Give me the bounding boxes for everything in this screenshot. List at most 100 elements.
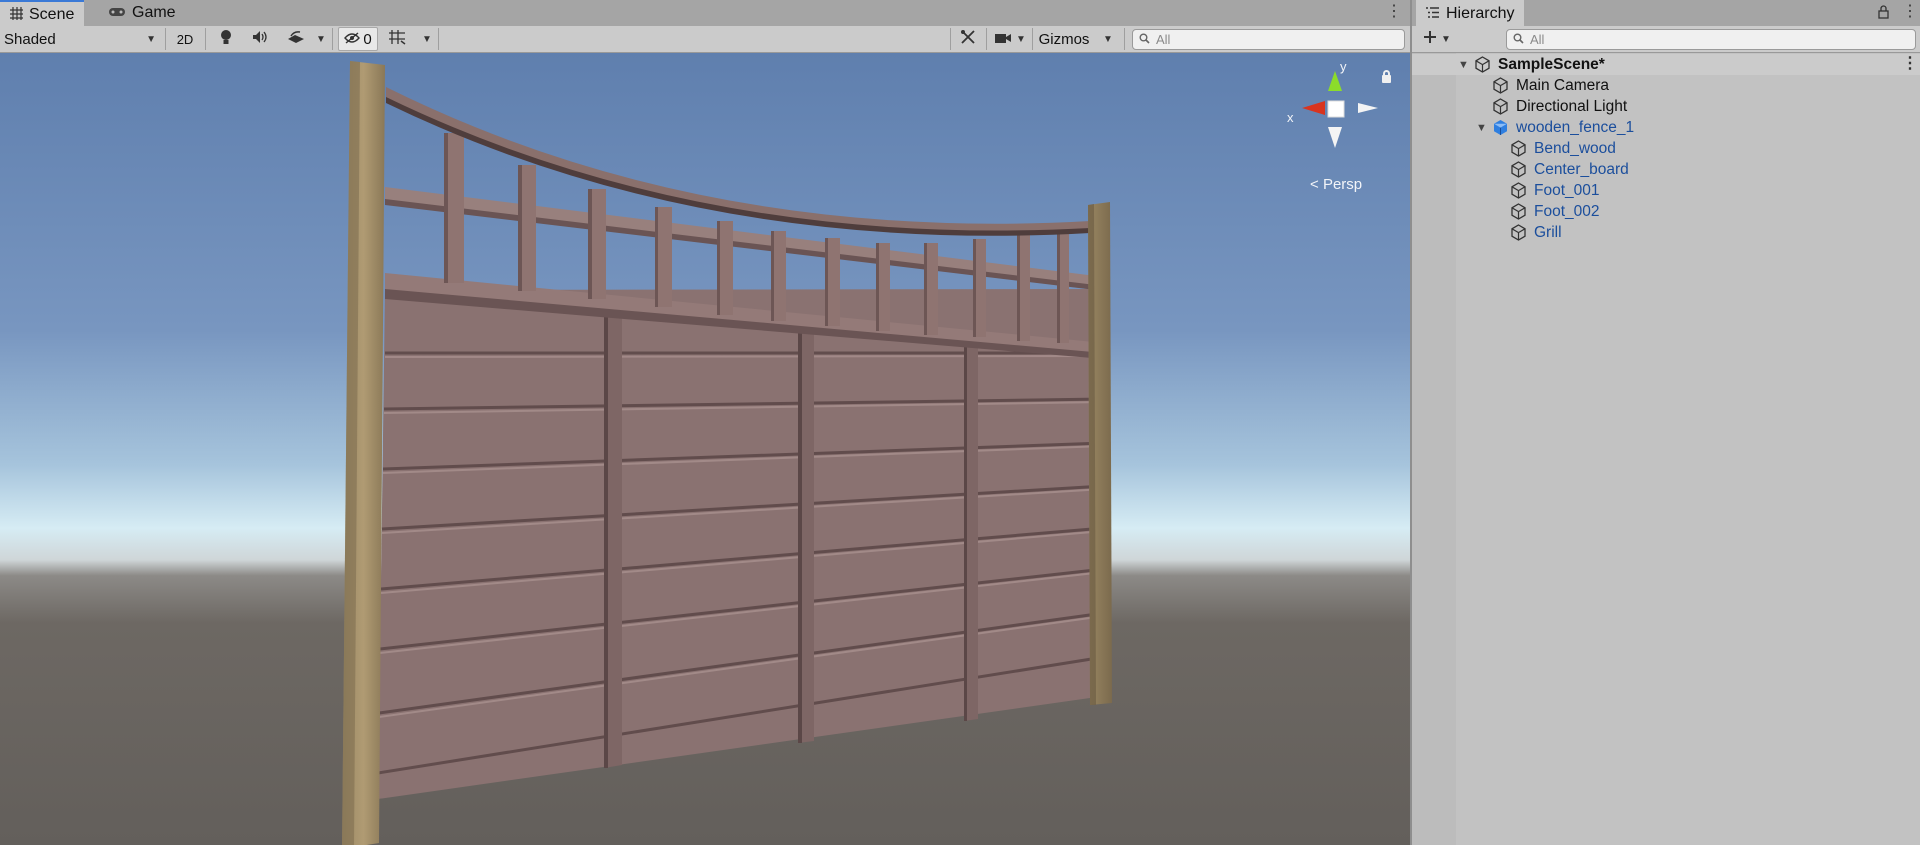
- gameobject-icon: [1510, 140, 1527, 157]
- unity-scene-icon: [1474, 56, 1491, 73]
- hierarchy-toolbar: ▼ All: [1412, 26, 1920, 53]
- hidden-eye-icon: [344, 31, 361, 48]
- list-item[interactable]: Grill: [1412, 222, 1920, 243]
- list-item[interactable]: ▼ wooden_fence_1: [1412, 117, 1920, 138]
- scene-search-placeholder: All: [1156, 32, 1171, 47]
- prefab-icon: [1492, 119, 1509, 136]
- effects-toggle[interactable]: [282, 27, 310, 51]
- separator: [165, 28, 166, 50]
- gameobject-icon: [1492, 77, 1509, 94]
- audio-toggle[interactable]: [246, 27, 274, 51]
- list-item-label: Main Camera: [1516, 76, 1610, 94]
- hidden-count: 0: [363, 30, 372, 48]
- grid-dropdown[interactable]: ▼: [420, 27, 434, 51]
- chevron-down-icon: ▼: [422, 33, 432, 45]
- scene-search-input[interactable]: All: [1132, 29, 1405, 50]
- scene-toolbar: Shaded ▼ 2D ▼ 0 ▼ ▼ Gizmos ▼ All: [0, 26, 1410, 53]
- chevron-down-icon: ▼: [316, 33, 326, 45]
- separator: [332, 28, 333, 50]
- scene-viewport[interactable]: y x < Persp: [0, 53, 1410, 845]
- gameobject-icon: [1510, 182, 1527, 199]
- tab-scene[interactable]: Scene: [0, 0, 85, 27]
- speaker-icon: [252, 30, 268, 48]
- list-item-label: SampleScene*: [1498, 55, 1605, 73]
- gameobject-icon: [1492, 98, 1509, 115]
- chevron-down-icon: ▼: [1441, 33, 1451, 45]
- toggle-2d-label: 2D: [176, 31, 194, 47]
- gizmos-label: Gizmos: [1038, 30, 1090, 48]
- list-item-label: Center_board: [1534, 160, 1629, 178]
- scene-menu-icon[interactable]: ⋮: [1386, 3, 1402, 21]
- grid-snap-icon: [388, 29, 406, 49]
- shading-mode-dropdown[interactable]: Shaded ▼: [4, 27, 160, 51]
- plus-icon: [1423, 30, 1437, 48]
- lightbulb-icon: [220, 29, 232, 49]
- grid-snap-toggle[interactable]: [384, 27, 410, 51]
- list-item-label: Foot_002: [1534, 202, 1600, 220]
- list-item-label: Directional Light: [1516, 97, 1628, 115]
- hierarchy-search-input[interactable]: All: [1506, 29, 1916, 50]
- gizmo-x-label: x: [1287, 110, 1294, 125]
- lock-icon[interactable]: [1382, 70, 1391, 83]
- scene-visibility-toggle[interactable]: 0: [338, 27, 378, 51]
- hierarchy-tabbar: Hierarchy ⋮: [1412, 0, 1920, 27]
- projection-toggle[interactable]: < Persp: [1310, 176, 1362, 193]
- list-item[interactable]: Foot_001: [1412, 180, 1920, 201]
- projection-label: Persp: [1322, 176, 1363, 193]
- hierarchy-menu-icon[interactable]: ⋮: [1902, 3, 1918, 21]
- wooden-fence-render: [342, 61, 1112, 845]
- separator: [950, 28, 951, 50]
- lock-icon[interactable]: [1878, 5, 1889, 23]
- gizmos-button[interactable]: Gizmos: [1036, 27, 1092, 51]
- unity-editor: Scene Game ⋮ Shaded ▼ 2D ▼ 0 ▼ ▼ Gizmos …: [0, 0, 1920, 845]
- create-button[interactable]: ▼: [1420, 27, 1454, 51]
- list-item-label: Bend_wood: [1534, 139, 1616, 157]
- gameobject-icon: [1510, 224, 1527, 241]
- gizmos-dropdown[interactable]: ▼: [1094, 27, 1122, 51]
- separator: [1032, 28, 1033, 50]
- orientation-gizmo[interactable]: [1290, 63, 1380, 153]
- grid-icon: [10, 6, 23, 23]
- projection-chevron-icon: <: [1310, 176, 1319, 193]
- effects-dropdown[interactable]: ▼: [314, 27, 328, 51]
- hierarchy-window: Hierarchy ⋮ ▼ All ▼ SampleScene* ⋮ Main …: [1410, 0, 1920, 845]
- separator: [986, 28, 987, 50]
- list-item-label: Grill: [1534, 223, 1562, 241]
- list-item[interactable]: Directional Light: [1412, 96, 1920, 117]
- toggle-2d-button[interactable]: 2D: [170, 27, 200, 51]
- tools-icon: [960, 29, 976, 49]
- expand-arrow-icon[interactable]: ▼: [1458, 59, 1469, 71]
- search-icon: [1513, 33, 1524, 47]
- list-item[interactable]: Center_board: [1412, 159, 1920, 180]
- separator: [1124, 28, 1125, 50]
- tools-button[interactable]: [954, 27, 982, 51]
- scene-tabbar: Scene Game ⋮: [0, 0, 1410, 27]
- list-icon: [1426, 5, 1439, 23]
- chevron-down-icon: ▼: [146, 33, 156, 45]
- gameobject-icon: [1510, 161, 1527, 178]
- separator: [205, 28, 206, 50]
- gamepad-icon: [108, 6, 126, 21]
- chevron-down-icon: ▼: [1103, 33, 1113, 45]
- shading-mode-value: Shaded: [4, 30, 56, 48]
- hierarchy-search-placeholder: All: [1530, 32, 1545, 47]
- scene-row-menu-icon[interactable]: ⋮: [1902, 55, 1918, 73]
- tab-game[interactable]: Game: [98, 0, 186, 26]
- tab-hierarchy[interactable]: Hierarchy: [1416, 0, 1525, 27]
- hierarchy-title: Hierarchy: [1446, 4, 1515, 22]
- list-item[interactable]: Main Camera: [1412, 75, 1920, 96]
- list-item-label: wooden_fence_1: [1516, 118, 1635, 136]
- gameobject-icon: [1510, 203, 1527, 220]
- gizmo-y-label: y: [1340, 59, 1347, 74]
- camera-icon: [994, 31, 1012, 48]
- camera-settings-button[interactable]: ▼: [990, 27, 1030, 51]
- list-item[interactable]: Foot_002: [1412, 201, 1920, 222]
- list-item[interactable]: Bend_wood: [1412, 138, 1920, 159]
- tab-scene-label: Scene: [29, 5, 75, 23]
- lighting-toggle[interactable]: [212, 27, 240, 51]
- separator: [438, 28, 439, 50]
- chevron-down-icon: ▼: [1016, 33, 1026, 45]
- hierarchy-scene-row[interactable]: ▼ SampleScene* ⋮: [1412, 54, 1920, 75]
- search-icon: [1139, 33, 1150, 47]
- expand-arrow-icon[interactable]: ▼: [1476, 122, 1487, 134]
